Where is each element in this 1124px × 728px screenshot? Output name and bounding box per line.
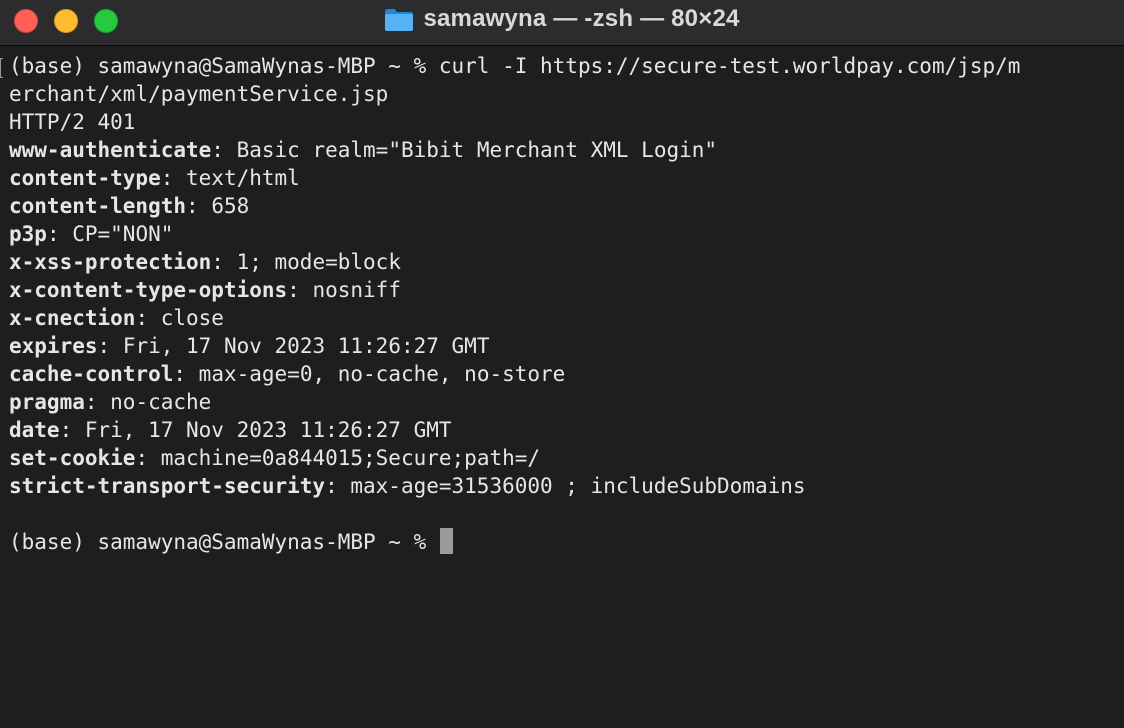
- shell-prompt: (base) samawyna@SamaWynas-MBP ~ %: [9, 530, 439, 554]
- terminal-window: samawyna — -zsh — 80×24 (base) samawyna@…: [0, 0, 1124, 728]
- header-key: www-authenticate: [9, 138, 212, 162]
- header-value: no-cache: [97, 390, 212, 414]
- header-line: content-type: text/html: [9, 166, 300, 190]
- header-key: x-xss-protection: [9, 250, 212, 274]
- header-line: pragma: no-cache: [9, 390, 212, 414]
- command-line: (base) samawyna@SamaWynas-MBP ~ % curl -…: [9, 54, 1021, 78]
- header-line: x-content-type-options: nosniff: [9, 278, 401, 302]
- title-bar[interactable]: samawyna — -zsh — 80×24: [0, 0, 1124, 46]
- header-line: date: Fri, 17 Nov 2023 11:26:27 GMT: [9, 418, 452, 442]
- header-line: strict-transport-security: max-age=31536…: [9, 474, 806, 498]
- header-value: machine=0a844015;Secure;path=/: [148, 446, 541, 470]
- header-value: max-age=0, no-cache, no-store: [186, 362, 566, 386]
- header-key: p3p: [9, 222, 47, 246]
- prompt-line[interactable]: (base) samawyna@SamaWynas-MBP ~ %: [9, 528, 453, 556]
- header-value: max-age=31536000 ; includeSubDomains: [337, 474, 806, 498]
- http-status: HTTP/2 401: [9, 110, 136, 134]
- header-value: CP="NON": [59, 222, 174, 246]
- header-key: expires: [9, 334, 98, 358]
- header-value: close: [148, 306, 224, 330]
- command-line-continued: erchant/xml/paymentService.jsp: [9, 82, 389, 106]
- header-value: text/html: [173, 166, 300, 190]
- header-key: x-content-type-options: [9, 278, 288, 302]
- header-key: date: [9, 418, 60, 442]
- header-value: nosniff: [299, 278, 401, 302]
- window-title-group: samawyna — -zsh — 80×24: [0, 0, 1124, 38]
- folder-icon: [385, 8, 414, 31]
- header-key: pragma: [9, 390, 85, 414]
- text-cursor: [439, 528, 453, 554]
- header-line: content-length: 658: [9, 194, 250, 218]
- header-line: x-cnection: close: [9, 306, 224, 330]
- header-value: Fri, 17 Nov 2023 11:26:27 GMT: [72, 418, 452, 442]
- header-key: strict-transport-security: [9, 474, 326, 498]
- header-line: x-xss-protection: 1; mode=block: [9, 250, 401, 274]
- terminal-content[interactable]: (base) samawyna@SamaWynas-MBP ~ % curl -…: [0, 52, 1124, 728]
- selection-marker: [0, 58, 3, 78]
- header-line: set-cookie: machine=0a844015;Secure;path…: [9, 446, 541, 470]
- header-value: 1; mode=block: [223, 250, 401, 274]
- header-line: cache-control: max-age=0, no-cache, no-s…: [9, 362, 566, 386]
- header-line: expires: Fri, 17 Nov 2023 11:26:27 GMT: [9, 334, 490, 358]
- header-value: 658: [198, 194, 250, 218]
- header-line: p3p: CP="NON": [9, 222, 174, 246]
- window-title: samawyna — -zsh — 80×24: [423, 5, 740, 32]
- header-key: cache-control: [9, 362, 174, 386]
- header-value: Fri, 17 Nov 2023 11:26:27 GMT: [110, 334, 490, 358]
- header-key: content-length: [9, 194, 187, 218]
- header-key: x-cnection: [9, 306, 136, 330]
- header-value: Basic realm="Bibit Merchant XML Login": [223, 138, 718, 162]
- header-line: www-authenticate: Basic realm="Bibit Mer…: [9, 138, 718, 162]
- header-key: content-type: [9, 166, 161, 190]
- header-key: set-cookie: [9, 446, 136, 470]
